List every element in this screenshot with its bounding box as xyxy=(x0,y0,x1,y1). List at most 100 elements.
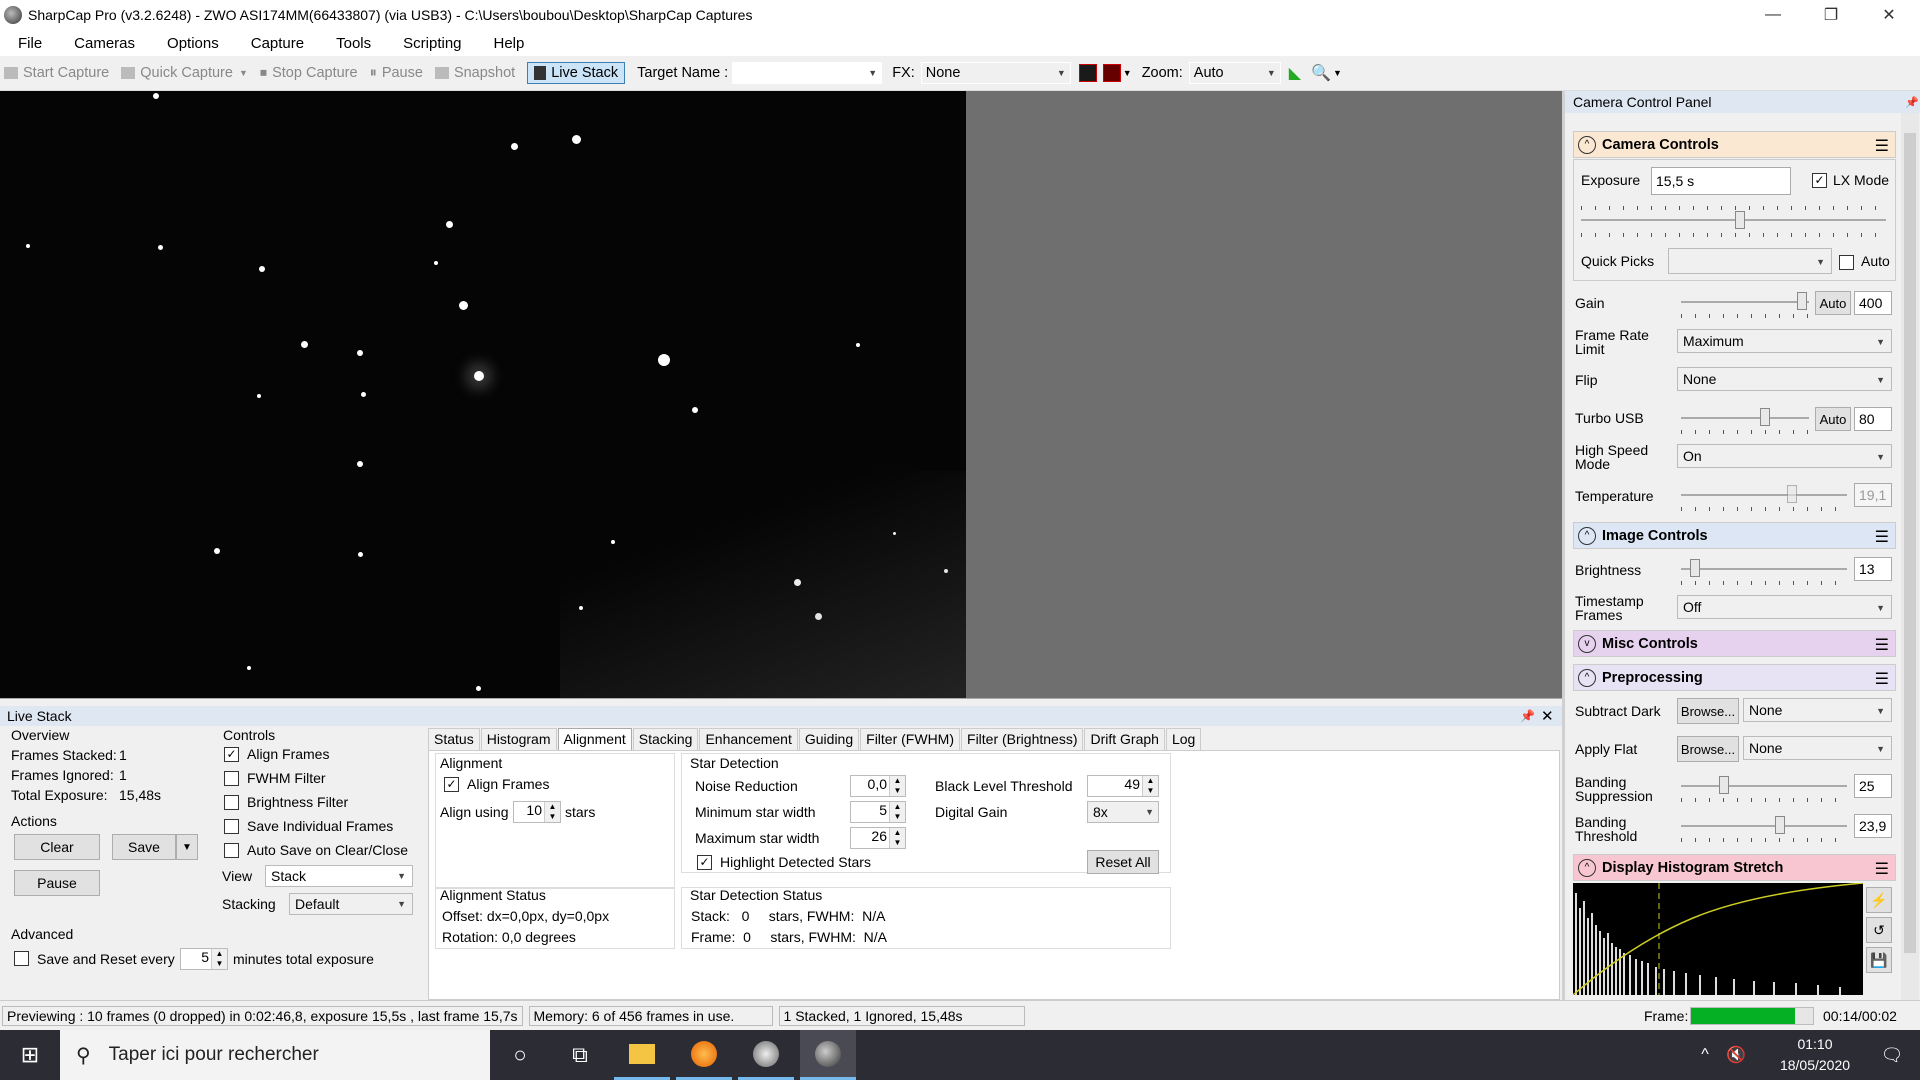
exposure-slider-thumb[interactable] xyxy=(1735,211,1745,229)
banding-suppression-input[interactable]: 25 xyxy=(1854,774,1892,798)
close-icon[interactable]: ✕ xyxy=(1541,707,1554,725)
tab-stacking[interactable]: Stacking xyxy=(632,728,699,750)
task-view-icon[interactable]: ⧉ xyxy=(552,1030,608,1080)
reset-all-button[interactable]: Reset All xyxy=(1087,850,1159,874)
align-using-spinner[interactable]: 10 ▲ ▼ xyxy=(513,801,561,823)
brightness-filter-checkbox[interactable] xyxy=(224,795,239,810)
pin-icon[interactable]: 📌 xyxy=(1520,709,1535,723)
banding-suppression-thumb[interactable] xyxy=(1719,776,1729,794)
pause-stack-button[interactable]: Pause xyxy=(14,870,100,896)
digital-gain-select[interactable]: 8x ▼ xyxy=(1087,801,1159,823)
tab-guiding[interactable]: Guiding xyxy=(798,728,860,750)
apply-flat-select[interactable]: None ▼ xyxy=(1743,736,1892,760)
menu-icon[interactable]: ☰ xyxy=(1875,136,1889,156)
stacking-select[interactable]: Default ▼ xyxy=(289,893,413,915)
tab-filter-brightness[interactable]: Filter (Brightness) xyxy=(961,728,1084,750)
reset-icon[interactable]: ↺ xyxy=(1866,917,1892,943)
image-viewer[interactable] xyxy=(0,91,966,698)
menu-capture[interactable]: Capture xyxy=(233,35,318,52)
zoom-icon[interactable]: 🔍 xyxy=(1311,63,1331,83)
flip-select[interactable]: None ▼ xyxy=(1677,367,1892,391)
save-button[interactable]: Save xyxy=(112,834,176,860)
cortana-icon[interactable]: ○ xyxy=(492,1030,548,1080)
stellarium-icon[interactable] xyxy=(738,1030,794,1080)
timestamp-select[interactable]: Off ▼ xyxy=(1677,595,1892,619)
brightness-input[interactable]: 13 xyxy=(1854,557,1892,581)
save-individual-checkbox[interactable] xyxy=(224,819,239,834)
tray-chevron-up-icon[interactable]: ^ xyxy=(1690,1030,1720,1080)
misc-controls-header[interactable]: v Misc Controls ☰ xyxy=(1573,630,1896,657)
pause-button[interactable]: ⏸ Pause xyxy=(370,65,423,81)
zoom-select[interactable]: Auto ▼ xyxy=(1188,62,1281,84)
stop-capture-button[interactable]: ⏹ Stop Capture xyxy=(260,65,358,81)
snapshot-button[interactable]: Snapshot xyxy=(434,65,515,81)
minimize-button[interactable]: — xyxy=(1744,0,1802,30)
live-stack-button[interactable]: Live Stack xyxy=(527,62,626,84)
menu-options[interactable]: Options xyxy=(149,35,233,52)
speaker-muted-icon[interactable]: 🔇 xyxy=(1720,1030,1752,1080)
save-reset-spinner[interactable]: 5 ▲ ▼ xyxy=(180,948,228,970)
camera-controls-header[interactable]: ^ Camera Controls ☰ xyxy=(1573,131,1896,158)
quick-picks-auto-checkbox[interactable] xyxy=(1839,255,1854,270)
gain-input[interactable]: 400 xyxy=(1854,291,1892,315)
menu-icon[interactable]: ☰ xyxy=(1875,635,1889,655)
quick-picks-select[interactable]: ▼ xyxy=(1668,248,1832,274)
max-star-width-spinner[interactable]: 26 ▲ ▼ xyxy=(850,827,906,849)
start-capture-button[interactable]: Start Capture xyxy=(4,65,109,81)
pin-icon[interactable]: 📌 xyxy=(1905,96,1919,109)
alignment-align-frames-checkbox[interactable]: ✓ xyxy=(444,777,459,792)
min-star-width-spinner[interactable]: 5 ▲ ▼ xyxy=(850,801,906,823)
tab-histogram[interactable]: Histogram xyxy=(480,728,557,750)
turbo-slider-thumb[interactable] xyxy=(1760,408,1770,426)
banding-suppression-track[interactable] xyxy=(1681,785,1847,787)
scrollbar-thumb[interactable] xyxy=(1904,133,1916,953)
histogram-chart[interactable] xyxy=(1573,883,1863,995)
auto-save-checkbox[interactable] xyxy=(224,843,239,858)
fx-select[interactable]: None ▼ xyxy=(920,62,1071,84)
tab-status[interactable]: Status xyxy=(428,728,480,750)
brightness-slider-track[interactable] xyxy=(1681,568,1847,570)
preprocessing-header[interactable]: ^ Preprocessing ☰ xyxy=(1573,664,1896,691)
save-icon[interactable]: 💾 xyxy=(1866,947,1892,973)
panel-scrollbar[interactable] xyxy=(1901,113,1919,1000)
save-dropdown-button[interactable]: ▼ xyxy=(176,834,198,860)
chevron-down-icon[interactable]: ▼ xyxy=(1123,68,1132,78)
tab-log[interactable]: Log xyxy=(1165,728,1202,750)
turbo-slider-track[interactable] xyxy=(1681,417,1809,419)
file-explorer-icon[interactable] xyxy=(614,1030,670,1080)
menu-cameras[interactable]: Cameras xyxy=(56,35,149,52)
subtract-dark-select[interactable]: None ▼ xyxy=(1743,698,1892,722)
gain-auto-button[interactable]: Auto xyxy=(1815,291,1851,315)
close-button[interactable]: ✕ xyxy=(1860,0,1918,30)
tab-filter-fwhm[interactable]: Filter (FWHM) xyxy=(860,728,961,750)
chevron-down-icon[interactable]: ▼ xyxy=(1333,68,1342,78)
high-speed-select[interactable]: On ▼ xyxy=(1677,444,1892,468)
exposure-slider-track[interactable] xyxy=(1581,219,1886,221)
banding-threshold-input[interactable]: 23,9 xyxy=(1854,814,1892,838)
image-controls-header[interactable]: ^ Image Controls ☰ xyxy=(1573,522,1896,549)
grid-overlay-icon[interactable] xyxy=(1102,64,1121,82)
noise-reduction-spinner[interactable]: 0,0 ▲ ▼ xyxy=(850,775,906,797)
taskbar-search[interactable]: ⚲ Taper ici pour rechercher xyxy=(60,1030,490,1080)
menu-icon[interactable]: ☰ xyxy=(1875,669,1889,689)
splitter[interactable] xyxy=(0,698,1562,706)
reticle-icon[interactable] xyxy=(1078,64,1097,82)
auto-stretch-icon[interactable]: ⚡ xyxy=(1866,887,1892,913)
banding-threshold-thumb[interactable] xyxy=(1775,816,1785,834)
align-frames-checkbox[interactable]: ✓ xyxy=(224,747,239,762)
menu-file[interactable]: File xyxy=(0,35,56,52)
menu-help[interactable]: Help xyxy=(476,35,539,52)
target-name-input[interactable]: ▼ xyxy=(732,62,883,84)
menu-icon[interactable]: ☰ xyxy=(1875,859,1889,879)
turbo-input[interactable]: 80 xyxy=(1854,407,1892,431)
notifications-icon[interactable]: 🗨 xyxy=(1864,1030,1920,1080)
black-level-spinner[interactable]: 49 ▲ ▼ xyxy=(1087,775,1159,797)
turbo-auto-button[interactable]: Auto xyxy=(1815,407,1851,431)
menu-scripting[interactable]: Scripting xyxy=(385,35,475,52)
menu-icon[interactable]: ☰ xyxy=(1875,527,1889,547)
frame-rate-select[interactable]: Maximum ▼ xyxy=(1677,329,1892,353)
gain-slider-thumb[interactable] xyxy=(1797,292,1807,310)
windows-start-icon[interactable]: ⊞ xyxy=(0,1030,60,1080)
clear-button[interactable]: Clear xyxy=(14,834,100,860)
brightness-slider-thumb[interactable] xyxy=(1690,559,1700,577)
